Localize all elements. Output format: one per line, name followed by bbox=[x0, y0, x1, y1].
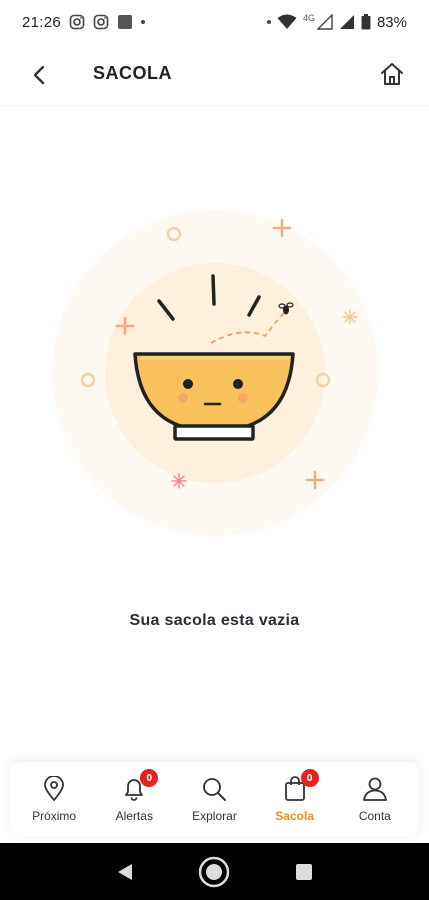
bag-badge: 0 bbox=[300, 769, 319, 787]
bell-icon: 0 bbox=[120, 769, 159, 803]
nav-label: Explorar bbox=[192, 809, 237, 823]
chevron-left-icon bbox=[33, 65, 45, 85]
battery-percent: 83% bbox=[376, 13, 407, 31]
empty-bag-illustration bbox=[45, 208, 385, 538]
empty-message: Sua sacola esta vazia bbox=[129, 612, 300, 629]
nav-item-explorar[interactable]: Explorar bbox=[176, 767, 252, 831]
user-icon bbox=[361, 775, 389, 803]
instagram-icon bbox=[93, 14, 109, 30]
nav-label: Próximo bbox=[32, 809, 77, 823]
system-recents-button[interactable] bbox=[287, 855, 321, 889]
system-back-button[interactable] bbox=[108, 855, 142, 889]
circle-home-icon bbox=[199, 856, 230, 887]
notification-dot bbox=[266, 20, 271, 24]
signal-icon bbox=[316, 13, 333, 30]
wifi-icon bbox=[277, 14, 297, 30]
signal-icon bbox=[339, 14, 355, 30]
square-app-icon bbox=[117, 14, 133, 30]
app-header: SACOLA bbox=[0, 44, 429, 106]
triangle-back-icon bbox=[117, 863, 132, 880]
nav-item-alertas[interactable]: 0 Alertas bbox=[96, 767, 172, 831]
nav-item-sacola[interactable]: 0 Sacola bbox=[257, 767, 333, 831]
nav-item-proximo[interactable]: Próximo bbox=[16, 767, 92, 831]
bottom-navigation: Próximo 0 Alertas Explorar 0 Sacola Cont… bbox=[10, 762, 419, 836]
nav-label: Conta bbox=[358, 809, 391, 823]
back-button[interactable] bbox=[26, 62, 52, 88]
bag-icon: 0 bbox=[281, 769, 319, 803]
battery-icon bbox=[361, 14, 371, 30]
page-title: SACOLA bbox=[93, 63, 172, 83]
system-navigation-bar bbox=[0, 843, 429, 900]
map-pin-icon bbox=[40, 775, 68, 803]
nav-label: Alertas bbox=[115, 809, 153, 823]
network-label: 4G bbox=[302, 13, 315, 23]
nav-label: Sacola bbox=[275, 809, 314, 823]
system-home-button[interactable] bbox=[197, 855, 231, 889]
notification-dot bbox=[141, 20, 146, 24]
square-recents-icon bbox=[296, 863, 313, 880]
home-button[interactable] bbox=[377, 59, 407, 89]
search-icon bbox=[200, 775, 228, 803]
alerts-badge: 0 bbox=[140, 769, 159, 787]
home-icon bbox=[381, 63, 403, 85]
status-time: 21:26 bbox=[22, 13, 62, 31]
status-bar: 21:26 4G 83% bbox=[0, 0, 429, 44]
nav-item-conta[interactable]: Conta bbox=[337, 767, 413, 831]
instagram-icon bbox=[69, 14, 85, 30]
